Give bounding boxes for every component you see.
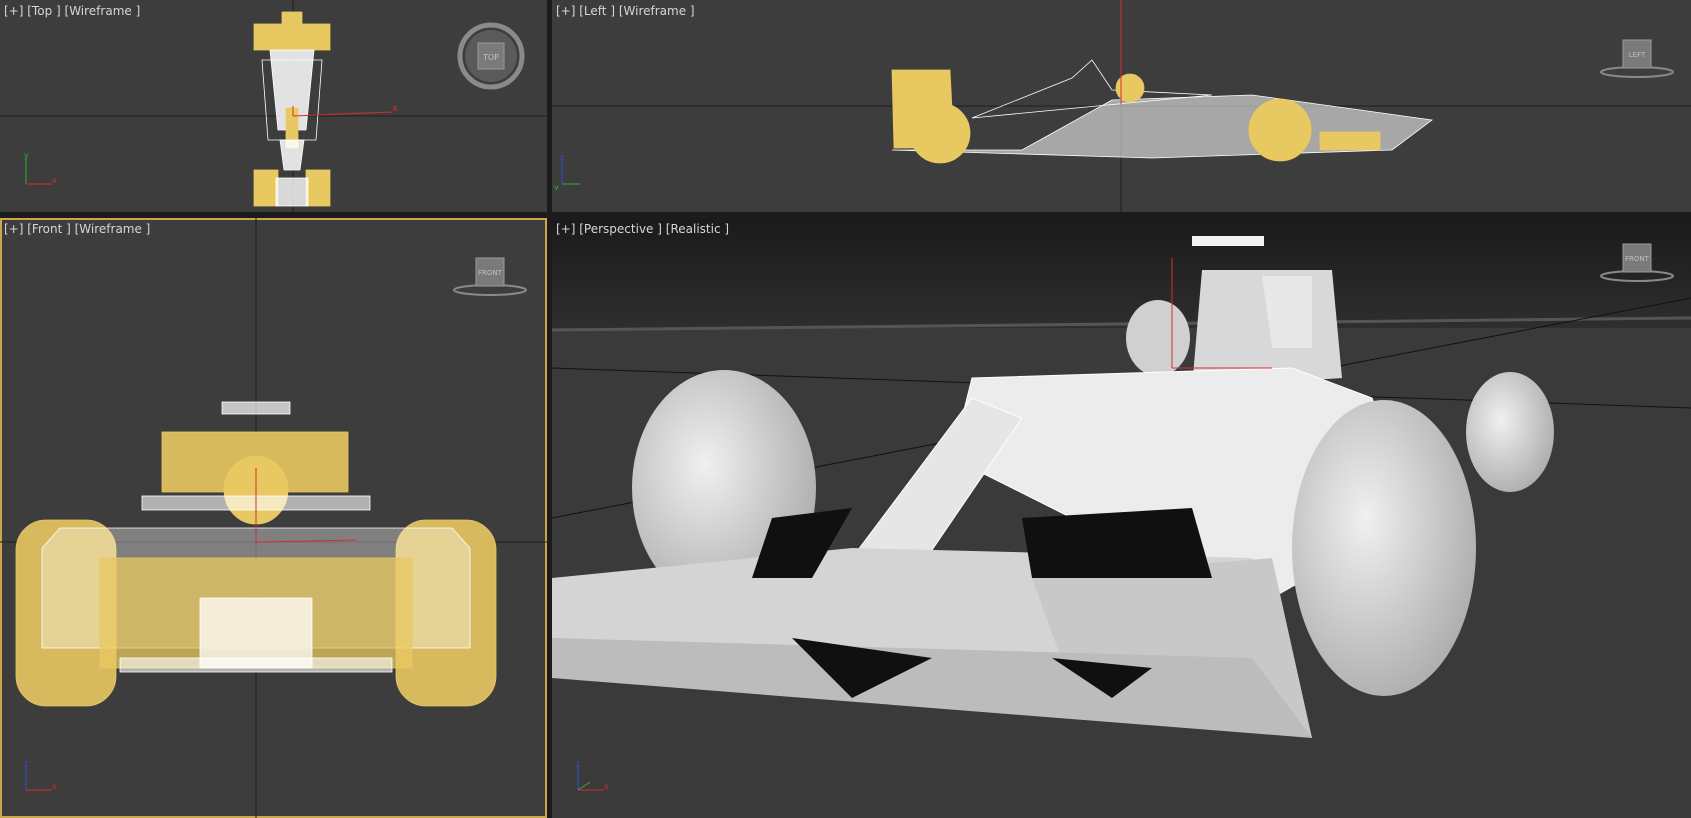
viewport-view-menu[interactable]: [Front ] (27, 222, 71, 236)
axis-tripod-icon: z x (24, 759, 57, 791)
viewport-label-perspective: [+] [Perspective ] [Realistic ] (556, 222, 729, 236)
svg-text:x: x (52, 176, 57, 185)
svg-text:x: x (392, 103, 398, 114)
viewport-label-top: [+] [Top ] [Wireframe ] (4, 4, 140, 18)
viewport-top[interactable]: [+] [Top ] [Wireframe ] x TOP y x (0, 0, 547, 212)
axis-tripod-icon: z y (554, 153, 580, 190)
car-front-model (15, 401, 497, 707)
viewport-shading-menu[interactable]: [Wireframe ] (619, 4, 695, 18)
viewcube-icon[interactable]: TOP (455, 20, 527, 92)
car-top-model (253, 11, 331, 207)
viewcube-icon[interactable]: FRONT (452, 254, 528, 298)
viewport-menu-plus[interactable]: [+] (4, 222, 23, 236)
svg-text:TOP: TOP (482, 53, 499, 62)
svg-text:LEFT: LEFT (1629, 51, 1646, 59)
svg-text:y: y (554, 183, 559, 190)
viewport-menu-plus[interactable]: [+] (556, 4, 575, 18)
axis-tripod-icon: y x (24, 151, 57, 185)
viewport-label-left: [+] [Left ] [Wireframe ] (556, 4, 695, 18)
viewport-label-front: [+] [Front ] [Wireframe ] (4, 222, 150, 236)
viewport-front[interactable]: [+] [Front ] [Wireframe ] FRONT z x (0, 218, 547, 818)
svg-text:z: z (24, 759, 28, 768)
viewcube-icon[interactable]: LEFT (1599, 36, 1675, 80)
svg-text:FRONT: FRONT (1625, 255, 1650, 263)
viewport-left[interactable]: [+] [Left ] [Wireframe ] LEFT z y (552, 0, 1691, 212)
viewport-view-menu[interactable]: [Top ] (27, 4, 60, 18)
svg-text:FRONT: FRONT (478, 269, 503, 277)
axis-tripod-icon: z x (576, 759, 609, 791)
viewport-menu-plus[interactable]: [+] (4, 4, 23, 18)
svg-text:z: z (560, 153, 564, 162)
perspective-scene (552, 218, 1691, 738)
svg-text:x: x (604, 782, 609, 791)
car-side-model (891, 59, 1434, 164)
svg-text:y: y (24, 151, 29, 160)
svg-text:x: x (52, 782, 57, 791)
front-scene (0, 218, 547, 818)
viewport-shading-menu[interactable]: [Wireframe ] (65, 4, 141, 18)
viewport-shading-menu[interactable]: [Realistic ] (666, 222, 729, 236)
left-scene (552, 0, 1691, 212)
viewport-shading-menu[interactable]: [Wireframe ] (75, 222, 151, 236)
svg-text:z: z (576, 759, 580, 768)
viewport-view-menu[interactable]: [Perspective ] (579, 222, 662, 236)
viewport-menu-plus[interactable]: [+] (556, 222, 575, 236)
viewcube-icon[interactable]: FRONT (1599, 240, 1675, 284)
viewport-perspective[interactable]: [+] [Perspective ] [Realistic ] FRONT z … (552, 218, 1691, 818)
viewport-view-menu[interactable]: [Left ] (579, 4, 615, 18)
